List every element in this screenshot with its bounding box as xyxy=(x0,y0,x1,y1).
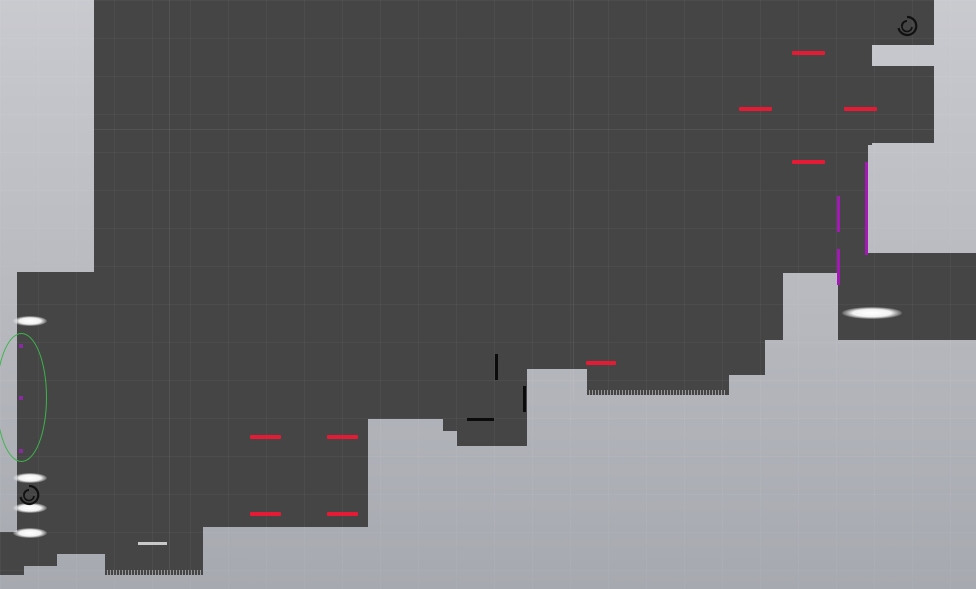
trigger-point xyxy=(19,449,23,453)
black-block-horizontal xyxy=(467,418,494,421)
magenta-barrier xyxy=(837,249,840,285)
wall-floor-left-base xyxy=(0,566,24,575)
spike-strip xyxy=(107,570,201,575)
red-hazard-bar xyxy=(792,160,825,164)
red-hazard-bar xyxy=(739,107,772,111)
grid-major-line xyxy=(94,129,934,130)
red-hazard-bar xyxy=(792,51,825,55)
grid-major-line xyxy=(573,0,574,400)
red-hazard-bar xyxy=(844,107,877,111)
wall-upper-body xyxy=(94,45,872,145)
grid-major-line xyxy=(169,0,170,575)
red-hazard-bar xyxy=(250,435,281,439)
game-viewport[interactable] xyxy=(0,0,976,589)
wall-mid-band xyxy=(17,340,765,369)
swirl-portal-icon[interactable] xyxy=(895,14,919,38)
wall-center-body xyxy=(94,143,868,273)
wall-center-left xyxy=(17,369,527,419)
red-hazard-bar xyxy=(327,512,358,516)
swirl-portal-icon[interactable] xyxy=(17,483,41,507)
black-block-vertical xyxy=(495,354,498,380)
cloud-platform xyxy=(13,528,47,538)
wall-left-column xyxy=(17,272,783,340)
trigger-point xyxy=(19,344,23,348)
cloud-platform xyxy=(842,307,902,319)
wall-center-drop-low xyxy=(457,431,527,446)
black-block-vertical xyxy=(523,386,526,412)
trigger-point xyxy=(19,396,23,400)
cloud-platform xyxy=(13,316,47,326)
wall-lower-left xyxy=(17,419,368,527)
cloud-platform xyxy=(13,473,47,483)
spike-strip xyxy=(589,390,727,395)
magenta-barrier xyxy=(837,196,840,232)
spring-pad xyxy=(138,542,167,545)
wall-right-ledge xyxy=(838,253,976,340)
red-hazard-bar xyxy=(586,361,616,365)
red-hazard-bar xyxy=(327,435,358,439)
magenta-barrier xyxy=(865,162,868,255)
wall-right-notch xyxy=(872,66,934,143)
red-hazard-bar xyxy=(250,512,281,516)
wall-upper-main xyxy=(94,0,934,45)
